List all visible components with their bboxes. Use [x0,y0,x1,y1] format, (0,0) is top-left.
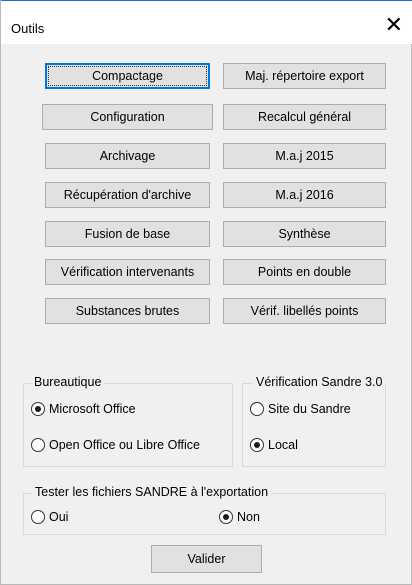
close-icon[interactable]: ✕ [385,14,403,36]
radio-oui[interactable]: Oui [31,510,68,524]
radio-non-label: Non [237,510,260,524]
radio-non[interactable]: Non [219,510,260,524]
compactage-button[interactable]: Compactage [45,63,210,89]
bureautique-legend: Bureautique [31,375,105,389]
points-en-double-button-label: Points en double [257,265,352,279]
archivage-button-label: Archivage [99,149,156,163]
maj-2016-button[interactable]: M.a.j 2016 [223,182,386,208]
radio-unselected-icon [250,402,264,416]
export-test-legend: Tester les fichiers SANDRE à l'exportati… [32,485,272,499]
radio-selected-icon [31,402,45,416]
radio-microsoft-office[interactable]: Microsoft Office [31,402,136,416]
tools-dialog: Outils ✕ Compactage Configuration Archiv… [0,0,412,585]
radio-microsoft-office-label: Microsoft Office [49,402,136,416]
verification-intervenants-button-label: Vérification intervenants [60,265,195,279]
validate-button[interactable]: Valider [151,545,262,573]
maj-repertoire-export-button-label: Maj. répertoire export [245,69,364,83]
archivage-button[interactable]: Archivage [45,143,210,169]
radio-open-office-label: Open Office ou Libre Office [49,438,201,452]
radio-selected-icon [219,510,233,524]
radio-site-sandre[interactable]: Site du Sandre [250,402,351,416]
configuration-button[interactable]: Configuration [42,104,213,130]
maj-2015-button[interactable]: M.a.j 2015 [223,143,386,169]
radio-unselected-icon [31,510,45,524]
compactage-button-label: Compactage [92,69,163,83]
window-title: Outils [11,21,45,36]
radio-open-office[interactable]: Open Office ou Libre Office [31,438,200,452]
verif-libelles-points-button[interactable]: Vérif. libellés points [223,298,386,324]
sandre-version-group: Vérification Sandre 3.0 Site du Sandre L… [242,375,386,467]
recalcul-general-button[interactable]: Recalcul général [223,104,386,130]
points-en-double-button[interactable]: Points en double [223,259,386,285]
radio-site-sandre-label: Site du Sandre [268,402,351,416]
bureautique-group: Bureautique Microsoft Office Open Office… [23,375,233,467]
radio-local-label: Local [268,438,298,452]
export-test-group: Tester les fichiers SANDRE à l'exportati… [23,485,386,535]
recuperation-archive-button[interactable]: Récupération d'archive [45,182,210,208]
sandre-version-legend: Vérification Sandre 3.0 [253,375,386,389]
radio-selected-icon [250,438,264,452]
substances-brutes-button[interactable]: Substances brutes [45,298,210,324]
maj-2015-button-label: M.a.j 2015 [275,149,334,163]
verif-libelles-points-button-label: Vérif. libellés points [250,304,359,318]
verification-intervenants-button[interactable]: Vérification intervenants [45,259,210,285]
radio-local[interactable]: Local [250,438,298,452]
maj-repertoire-export-button[interactable]: Maj. répertoire export [223,63,386,89]
configuration-button-label: Configuration [90,110,165,124]
fusion-base-button-label: Fusion de base [84,227,171,241]
synthese-button[interactable]: Synthèse [223,221,386,247]
recuperation-archive-button-label: Récupération d'archive [63,188,192,202]
fusion-base-button[interactable]: Fusion de base [45,221,210,247]
substances-brutes-button-label: Substances brutes [75,304,180,318]
title-bar: Outils ✕ [1,0,412,44]
synthese-button-label: Synthèse [278,227,331,241]
recalcul-general-button-label: Recalcul général [257,110,352,124]
validate-button-label: Valider [187,552,226,566]
maj-2016-button-label: M.a.j 2016 [275,188,334,202]
radio-unselected-icon [31,438,45,452]
radio-oui-label: Oui [49,510,69,524]
